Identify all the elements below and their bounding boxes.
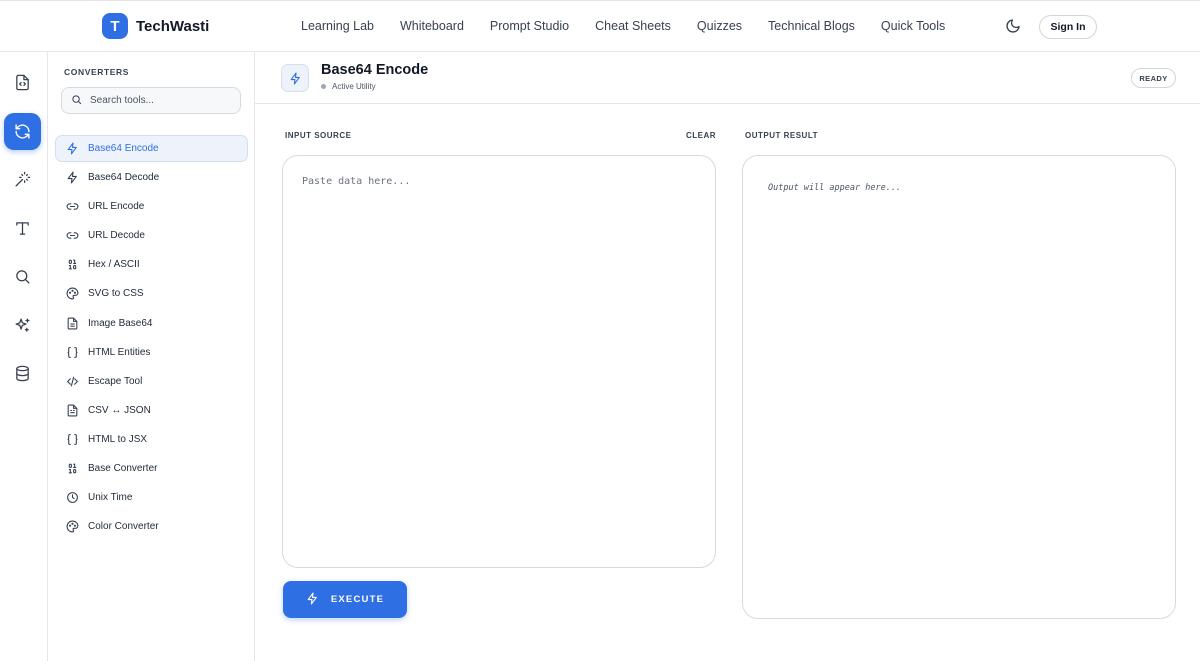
code-icon [66, 375, 79, 388]
tool-label: HTML to JSX [88, 433, 148, 445]
magic-wand-icon[interactable] [4, 161, 41, 198]
nav-quick-tools[interactable]: Quick Tools [881, 19, 945, 33]
tool-label: Escape Tool [88, 375, 143, 387]
tool-label: HTML Entities [88, 346, 151, 358]
tool-url-decode[interactable]: URL Decode [55, 222, 248, 249]
nav-learning-lab[interactable]: Learning Lab [301, 19, 374, 33]
status-line: Active Utility [321, 82, 376, 91]
binary-icon [66, 462, 79, 475]
brand[interactable]: T TechWasti [102, 13, 209, 39]
nav-quizzes[interactable]: Quizzes [697, 19, 742, 33]
tool-url-encode[interactable]: URL Encode [55, 193, 248, 220]
sign-in-button[interactable]: Sign In [1039, 15, 1097, 39]
sparkles-icon[interactable] [4, 307, 41, 344]
execute-button[interactable]: EXECUTE [283, 581, 407, 618]
tool-label: Base Converter [88, 463, 158, 475]
type-icon[interactable] [4, 210, 41, 247]
tool-hex-ascii[interactable]: Hex / ASCII [55, 251, 248, 278]
tool-label: Unix Time [88, 492, 133, 504]
nav-whiteboard[interactable]: Whiteboard [400, 19, 464, 33]
bolt-icon [66, 171, 79, 184]
tool-label: Image Base64 [88, 317, 153, 329]
moon-icon[interactable] [1005, 18, 1021, 34]
status-dot [321, 84, 326, 89]
input-panel [282, 155, 716, 568]
clear-button[interactable]: CLEAR [686, 131, 716, 140]
braces-icon [66, 433, 79, 446]
brand-name: TechWasti [136, 17, 210, 35]
sidebar-heading: CONVERTERS [64, 67, 130, 77]
tool-svg-to-css[interactable]: SVG to CSS [55, 280, 248, 307]
tool-header: Base64 Encode Active Utility READY [255, 52, 1200, 104]
file-code-icon[interactable] [4, 64, 41, 101]
link-icon [66, 229, 79, 242]
input-textarea[interactable] [302, 176, 696, 547]
tool-html-entities[interactable]: HTML Entities [55, 339, 248, 366]
status-badge: READY [1131, 68, 1176, 88]
bolt-icon [306, 592, 319, 608]
binary-icon [66, 258, 79, 271]
tool-base64-encode[interactable]: Base64 Encode [55, 135, 248, 162]
tool-csv-json[interactable]: CSV ↔ JSON [55, 397, 248, 424]
nav-prompt-studio[interactable]: Prompt Studio [490, 19, 569, 33]
refresh-icon[interactable] [4, 113, 41, 150]
nav-technical-blogs[interactable]: Technical Blogs [768, 19, 855, 33]
nav-cheat-sheets[interactable]: Cheat Sheets [595, 19, 671, 33]
output-label: OUTPUT RESULT [745, 131, 819, 140]
database-icon[interactable] [4, 355, 41, 392]
top-navbar: T TechWasti Learning Lab Whiteboard Prom… [0, 0, 1200, 52]
tool-label: Base64 Decode [88, 172, 160, 184]
output-placeholder: Output will appear here... [768, 183, 902, 193]
palette-icon [66, 520, 79, 533]
main-nav: Learning Lab Whiteboard Prompt Studio Ch… [301, 19, 945, 33]
link-icon [66, 200, 79, 213]
tool-image-base64[interactable]: Image Base64 [55, 310, 248, 337]
tool-unix-time[interactable]: Unix Time [55, 484, 248, 511]
tool-escape-tool[interactable]: Escape Tool [55, 368, 248, 395]
tool-base64-decode[interactable]: Base64 Decode [55, 164, 248, 191]
tool-label: Color Converter [88, 521, 159, 533]
file-text-icon [66, 404, 79, 417]
icon-rail [0, 52, 48, 661]
tools-sidebar: CONVERTERS Base64 Encode Base64 Decode U… [48, 52, 255, 661]
tool-label: CSV ↔ JSON [88, 404, 151, 416]
tool-search[interactable] [61, 87, 241, 114]
tool-color-converter[interactable]: Color Converter [55, 513, 248, 540]
search-input[interactable] [90, 95, 230, 106]
search-icon [71, 92, 82, 110]
status-text: Active Utility [332, 82, 376, 91]
clock-icon [66, 491, 79, 504]
tool-label: SVG to CSS [88, 288, 144, 300]
tool-list: Base64 Encode Base64 Decode URL Encode U… [55, 135, 248, 542]
tool-label: URL Decode [88, 230, 145, 242]
tool-label: Base64 Encode [88, 143, 159, 154]
bolt-icon [66, 142, 79, 155]
tool-label: URL Encode [88, 201, 145, 213]
tool-html-to-jsx[interactable]: HTML to JSX [55, 426, 248, 453]
brand-logo: T [102, 13, 128, 39]
page-title: Base64 Encode [321, 62, 429, 78]
tool-label: Hex / ASCII [88, 259, 140, 271]
file-icon [66, 317, 79, 330]
braces-icon [66, 346, 79, 359]
input-label: INPUT SOURCE [285, 131, 352, 140]
palette-icon [66, 287, 79, 300]
execute-label: EXECUTE [330, 594, 385, 605]
tool-base-converter[interactable]: Base Converter [55, 455, 248, 482]
output-panel[interactable]: Output will appear here... [742, 155, 1176, 619]
search-icon[interactable] [4, 258, 41, 295]
bolt-icon [281, 64, 309, 92]
